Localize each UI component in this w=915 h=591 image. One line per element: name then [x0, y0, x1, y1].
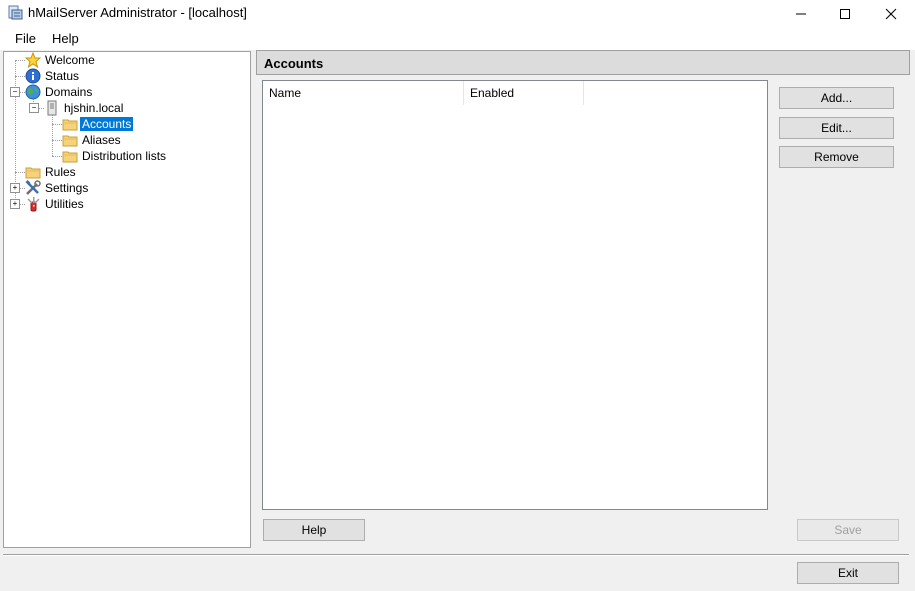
- tree-item-distribution-lists[interactable]: Distribution lists: [62, 148, 168, 164]
- tree-item-domains[interactable]: Domains: [25, 84, 94, 100]
- remove-button[interactable]: Remove: [779, 146, 894, 168]
- tree-line: [52, 140, 62, 141]
- tree-item-status[interactable]: Status: [25, 68, 81, 84]
- knife-icon: [27, 197, 40, 212]
- tree-item-label: Welcome: [45, 53, 95, 67]
- folder-icon: [62, 119, 78, 131]
- tree-line: [15, 60, 25, 61]
- tree-item-aliases[interactable]: Aliases: [62, 132, 123, 148]
- maximize-button[interactable]: [822, 0, 868, 28]
- menu-file[interactable]: File: [15, 31, 36, 46]
- menu-bar: File Help: [0, 28, 915, 50]
- maximize-icon: [840, 9, 850, 19]
- minimize-icon: [796, 13, 806, 15]
- edit-button[interactable]: Edit...: [779, 117, 894, 139]
- save-button[interactable]: Save: [797, 519, 899, 541]
- tree-item-label: Domains: [45, 85, 93, 99]
- tree-line: [52, 124, 62, 125]
- tree-item-welcome[interactable]: Welcome: [25, 52, 97, 68]
- utilities-expand-toggle[interactable]: +: [10, 199, 20, 209]
- tree-line: [52, 114, 53, 156]
- tree-item-label: Status: [45, 69, 80, 83]
- minimize-button[interactable]: [778, 0, 824, 28]
- info-icon: [25, 68, 41, 84]
- title-bar: hMailServer Administrator - [localhost]: [0, 0, 915, 28]
- tools-icon: [25, 180, 41, 195]
- accounts-list[interactable]: Name Enabled: [262, 80, 768, 510]
- tree-item-label: Utilities: [45, 197, 84, 211]
- tree-item-accounts[interactable]: Accounts: [62, 116, 135, 132]
- panel-header: Accounts: [256, 50, 910, 75]
- folder-icon: [62, 135, 78, 147]
- tree-item-utilities[interactable]: Utilities: [25, 196, 86, 212]
- close-button[interactable]: [868, 0, 914, 28]
- globe-icon: [25, 84, 41, 100]
- tree-line: [15, 172, 25, 173]
- column-header-name[interactable]: Name: [263, 81, 464, 105]
- star-icon: [25, 52, 41, 68]
- navigation-tree[interactable]: − − + + Welcome Status Domains hjshin.lo…: [3, 51, 251, 548]
- tree-item-rules[interactable]: Rules: [25, 164, 78, 180]
- tree-item-domain[interactable]: hjshin.local: [44, 100, 125, 116]
- folder-icon: [62, 151, 78, 163]
- menu-help[interactable]: Help: [52, 31, 79, 46]
- add-button[interactable]: Add...: [779, 87, 894, 109]
- settings-expand-toggle[interactable]: +: [10, 183, 20, 193]
- page-title: Accounts: [264, 56, 324, 71]
- tree-item-label: hjshin.local: [64, 101, 124, 115]
- help-button[interactable]: Help: [263, 519, 365, 541]
- tree-item-label: Accounts: [78, 116, 135, 132]
- window-title: hMailServer Administrator - [localhost]: [28, 5, 247, 20]
- tree-item-label: Aliases: [82, 133, 121, 147]
- domain-collapse-toggle[interactable]: −: [29, 103, 39, 113]
- column-header-enabled[interactable]: Enabled: [464, 81, 584, 105]
- tree-item-label: Rules: [45, 165, 76, 179]
- tree-line: [15, 76, 25, 77]
- tree-item-label: Settings: [45, 181, 89, 195]
- app-icon: [8, 5, 23, 20]
- tree-item-settings[interactable]: Settings: [25, 180, 90, 196]
- footer-separator: [3, 554, 909, 556]
- tree-item-label: Distribution lists: [82, 149, 167, 163]
- exit-button[interactable]: Exit: [797, 562, 899, 584]
- domains-collapse-toggle[interactable]: −: [10, 87, 20, 97]
- folder-icon: [25, 167, 41, 179]
- close-icon: [885, 8, 897, 20]
- server-icon: [47, 100, 57, 116]
- tree-line: [52, 156, 62, 157]
